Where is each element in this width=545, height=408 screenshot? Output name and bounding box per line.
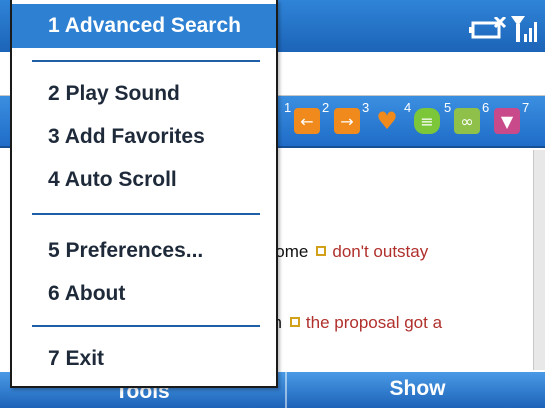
menu-item-add-favorites[interactable]: 3 Add Favorites bbox=[12, 115, 276, 159]
forward-arrow-icon[interactable]: → bbox=[334, 108, 360, 134]
tools-menu: 1 Advanced Search 2 Play Sound 3 Add Fav… bbox=[10, 0, 278, 388]
tool-number-7: 7 bbox=[522, 100, 530, 115]
heart-icon[interactable]: ♥ bbox=[374, 107, 400, 135]
back-arrow-icon[interactable]: ← bbox=[294, 108, 320, 134]
menu-item-advanced-search[interactable]: 1 Advanced Search bbox=[12, 4, 276, 48]
entry-definition[interactable]: don't outstay bbox=[332, 242, 428, 261]
menu-item-auto-scroll[interactable]: 4 Auto Scroll bbox=[12, 158, 276, 202]
entry-row: onthe proposal got a bbox=[263, 313, 442, 333]
menu-item-about[interactable]: 6 About bbox=[12, 272, 276, 316]
menu-item-exit[interactable]: 7 Exit bbox=[12, 337, 276, 381]
signal-strength-icon bbox=[511, 16, 537, 42]
status-icons bbox=[469, 14, 539, 44]
tool-number-3: 3 bbox=[362, 100, 370, 115]
tool-number-2: 2 bbox=[322, 100, 330, 115]
menu-item-preferences[interactable]: 5 Preferences... bbox=[12, 229, 276, 273]
bucket-icon[interactable]: ▼ bbox=[494, 108, 520, 134]
tool-number-1: 1 bbox=[284, 100, 292, 115]
menu-separator bbox=[32, 325, 260, 327]
menu-separator bbox=[32, 60, 260, 62]
softkey-divider bbox=[285, 372, 287, 408]
scrollbar[interactable] bbox=[533, 150, 545, 370]
link-icon[interactable]: ∞ bbox=[454, 108, 480, 134]
menu-item-play-sound[interactable]: 2 Play Sound bbox=[12, 72, 276, 116]
bullet-icon bbox=[316, 246, 327, 256]
show-softkey[interactable]: Show bbox=[290, 372, 545, 408]
battery-icon bbox=[469, 17, 507, 39]
entry-definition[interactable]: the proposal got a bbox=[306, 313, 442, 332]
bullet-icon bbox=[289, 317, 300, 327]
speech-bubble-icon[interactable]: ≡ bbox=[414, 108, 440, 134]
tool-number-5: 5 bbox=[444, 100, 452, 115]
tool-number-4: 4 bbox=[404, 100, 412, 115]
tool-number-6: 6 bbox=[482, 100, 490, 115]
entry-row: lcome don't outstay bbox=[263, 242, 428, 262]
menu-separator bbox=[32, 213, 260, 215]
